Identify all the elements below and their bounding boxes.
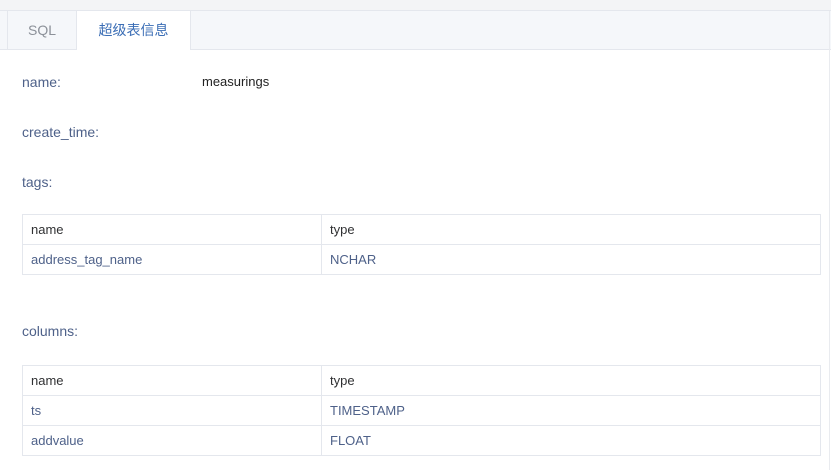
panel-right-border [829, 11, 830, 470]
cell-type: TIMESTAMP [321, 395, 821, 426]
tags-label: tags: [22, 174, 53, 190]
tab-sql[interactable]: SQL [7, 11, 76, 50]
name-label: name: [22, 74, 61, 90]
columns-label: columns: [22, 323, 79, 339]
header-cell-type: type [321, 365, 821, 396]
header-cell-name: name [22, 365, 322, 396]
table-header-row: name type [22, 214, 821, 245]
cell-name: address_tag_name [22, 244, 322, 275]
columns-table: name type ts TIMESTAMP addvalue FLOAT [22, 365, 821, 456]
tags-table: name type address_tag_name NCHAR [22, 214, 821, 275]
create-time-label: create_time: [22, 124, 100, 140]
tab-supertable-info[interactable]: 超级表信息 [76, 11, 191, 50]
table-row: addvalue FLOAT [22, 425, 821, 456]
cell-name: ts [22, 395, 322, 426]
header-cell-name: name [22, 214, 322, 245]
tab-bar: SQL 超级表信息 [0, 11, 831, 50]
cell-type: FLOAT [321, 425, 821, 456]
table-header-row: name type [22, 365, 821, 396]
table-row: ts TIMESTAMP [22, 395, 821, 426]
window-top-strip [0, 0, 831, 11]
table-row: address_tag_name NCHAR [22, 244, 821, 275]
cell-type: NCHAR [321, 244, 821, 275]
name-value: measurings [202, 74, 270, 89]
cell-name: addvalue [22, 425, 322, 456]
header-cell-type: type [321, 214, 821, 245]
